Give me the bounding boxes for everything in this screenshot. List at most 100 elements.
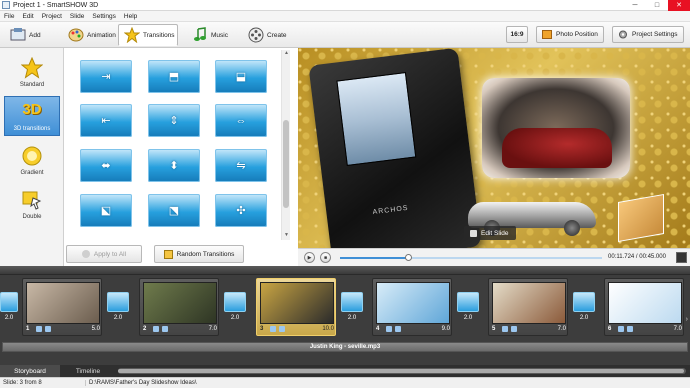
minimize-button[interactable]: ─	[624, 0, 646, 11]
sound-icon	[511, 325, 517, 332]
stop-button[interactable]: ■	[320, 252, 331, 263]
storyboard-slide[interactable]: 4 9.0	[372, 278, 452, 336]
transition-tile[interactable]: ⬒	[148, 60, 200, 93]
sound-icon	[279, 325, 285, 332]
tab-create-label: Create	[267, 31, 287, 39]
playback-knob[interactable]	[405, 254, 413, 261]
tab-transitions[interactable]: Transitions	[118, 24, 178, 46]
transition-tile[interactable]: ⬌	[80, 149, 132, 182]
edit-icon	[386, 325, 392, 332]
project-settings-label: Project Settings	[632, 31, 678, 38]
title-bar: Project 1 - SmartSHOW 3D ─ □ ✕	[0, 0, 690, 11]
slide-duration: 7.0	[673, 325, 682, 332]
transition-tile[interactable]: ⬔	[148, 194, 200, 227]
category-standard[interactable]: Standard	[4, 52, 60, 92]
transition-tile[interactable]: ⇕	[148, 104, 200, 137]
storyboard-transition[interactable]: 2.0	[341, 292, 365, 326]
tab-add[interactable]: Add	[4, 24, 47, 46]
storyboard-slide[interactable]: 2 7.0	[139, 278, 219, 336]
close-button[interactable]: ✕	[668, 0, 690, 11]
slide-counter: Slide: 3 from 8	[0, 380, 86, 386]
menu-edit[interactable]: Edit	[18, 13, 37, 20]
slide-thumbnail	[143, 282, 217, 324]
playback-track[interactable]	[340, 254, 602, 261]
sound-icon	[627, 325, 633, 332]
category-3d-transitions[interactable]: 3D 3D transitions	[4, 96, 60, 136]
gradient-icon	[21, 145, 43, 169]
menu-project[interactable]: Project	[38, 13, 66, 20]
apply-icon	[81, 250, 90, 258]
menu-settings[interactable]: Settings	[88, 13, 120, 20]
storyboard-transition[interactable]: 2.0	[224, 292, 248, 326]
storyboard-transition[interactable]: 2.0	[573, 292, 597, 326]
window-controls: ─ □ ✕	[624, 0, 690, 11]
apply-to-all-button[interactable]: Apply to All	[66, 245, 142, 263]
transition-tile[interactable]: ⬕	[80, 194, 132, 227]
main-toolbar: Add Animation Transitions Music Create 1…	[0, 22, 690, 48]
category-gradient[interactable]: Gradient	[4, 140, 60, 180]
edit-icon	[618, 325, 624, 332]
category-double[interactable]: Double	[4, 184, 60, 224]
slide-number: 1	[26, 325, 30, 332]
transition-tile[interactable]: ⇋	[215, 149, 267, 182]
menu-file[interactable]: File	[0, 13, 18, 20]
fullscreen-button[interactable]	[676, 252, 687, 263]
transition-tile[interactable]: ⇥	[80, 60, 132, 93]
storyboard-transition[interactable]: 2.0	[107, 292, 131, 326]
tab-create[interactable]: Create	[242, 24, 293, 46]
scrollbar-thumb[interactable]	[118, 369, 684, 373]
storyboard-slide[interactable]: 5 7.0	[488, 278, 568, 336]
storyboard-scrollbar[interactable]	[118, 368, 686, 374]
random-transitions-button[interactable]: Random Transitions	[154, 245, 244, 263]
slide-footer: 1 5.0	[26, 324, 100, 333]
aspect-ratio-button[interactable]: 16:9	[506, 26, 528, 43]
slide-preview[interactable]: ARCHOS Edit Slide	[298, 48, 690, 248]
transition-duration: 2.0	[113, 315, 123, 321]
tab-animation[interactable]: Animation	[62, 24, 122, 46]
transition-tile[interactable]: ✣	[215, 194, 267, 227]
transition-category-panel: Standard 3D 3D transitions Gradient Doub…	[0, 48, 64, 266]
storyboard-slide[interactable]: 6 7.0	[604, 278, 684, 336]
sound-icon	[395, 325, 401, 332]
project-settings-button[interactable]: Project Settings	[612, 26, 684, 43]
transition-tile[interactable]: ⬓	[215, 60, 267, 93]
menu-help[interactable]: Help	[120, 13, 141, 20]
apply-to-all-label: Apply to All	[93, 250, 127, 258]
slide-thumbnail	[376, 282, 450, 324]
transition-tile[interactable]: ⬍	[148, 149, 200, 182]
slide-thumbnail	[260, 282, 334, 324]
photo-position-button[interactable]: Photo Position	[536, 26, 604, 43]
category-gradient-label: Gradient	[20, 170, 44, 176]
scroll-up-icon[interactable]: ▲	[282, 50, 291, 58]
slide-number: 2	[143, 325, 147, 332]
chevron-right-icon[interactable]: ›	[686, 316, 688, 323]
music-note-icon	[192, 27, 208, 43]
storyboard-slide[interactable]: 1 5.0	[22, 278, 102, 336]
transition-tile[interactable]: ⇤	[80, 104, 132, 137]
transition-tile[interactable]: ⇔	[215, 104, 267, 137]
edit-slide-button[interactable]: Edit Slide	[464, 226, 517, 240]
play-button[interactable]: ▶	[304, 252, 315, 263]
car-engine-photo	[482, 78, 630, 178]
edit-icon	[270, 325, 276, 332]
tab-storyboard[interactable]: Storyboard	[0, 365, 60, 377]
storyboard-transition[interactable]: 2.0	[457, 292, 481, 326]
transition-grid: ⇥ ⬒ ⬓ ⇤ ⇕ ⇔ ⬌ ⬍ ⇋ ⬕ ⬔ ✣	[64, 48, 292, 241]
tab-music[interactable]: Music	[186, 24, 234, 46]
double-icon	[21, 189, 43, 213]
maximize-button[interactable]: □	[646, 0, 668, 11]
scrollbar-thumb[interactable]	[283, 120, 289, 208]
audio-track[interactable]: Justin King - seville.mp3	[2, 342, 688, 352]
scroll-down-icon[interactable]: ▼	[282, 232, 291, 240]
edit-icon	[153, 325, 159, 332]
gift-box-image	[618, 193, 664, 243]
slide-number: 4	[376, 325, 380, 332]
tab-timeline[interactable]: Timeline	[60, 365, 116, 377]
category-standard-label: Standard	[19, 82, 45, 88]
storyboard-ruler	[0, 266, 690, 275]
transition-grid-scrollbar[interactable]: ▲ ▼	[281, 50, 290, 240]
slide-duration: 5.0	[91, 325, 100, 332]
storyboard-transition[interactable]: 2.0	[0, 292, 24, 326]
menu-slide[interactable]: Slide	[66, 13, 88, 20]
storyboard-slide-selected[interactable]: 3 10.0	[256, 278, 336, 336]
